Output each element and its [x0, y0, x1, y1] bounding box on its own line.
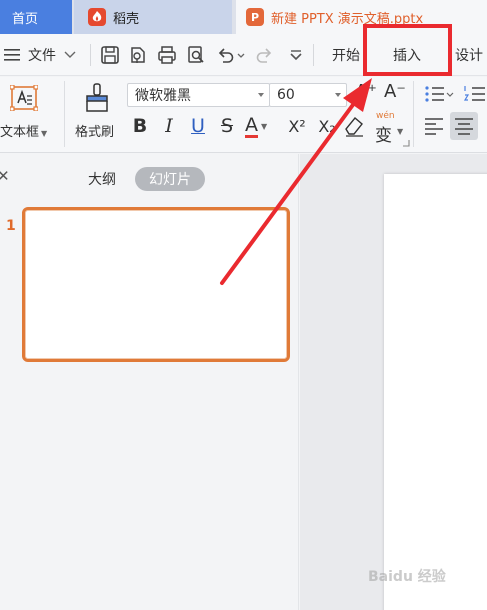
align-left-icon[interactable]: [424, 117, 444, 135]
strikethrough-button[interactable]: S: [215, 113, 239, 139]
divider: [64, 81, 65, 147]
font-color-icon: A: [245, 113, 258, 138]
file-menu[interactable]: 文件: [4, 34, 76, 76]
slides-panel: ✕ 大纲 幻灯片 1: [0, 154, 299, 610]
increase-font-icon: A⁺: [355, 81, 377, 102]
print-icon[interactable]: [157, 45, 177, 65]
undo-dropdown-icon[interactable]: [236, 45, 246, 65]
font-name-select[interactable]: 微软雅黑: [127, 83, 270, 107]
highlight-box: [363, 24, 452, 76]
clear-format-icon[interactable]: [343, 114, 365, 138]
tab-design[interactable]: 设计: [455, 34, 483, 76]
bold-button[interactable]: B: [128, 113, 152, 139]
slide-page[interactable]: [384, 174, 487, 610]
superscript-icon: X²: [288, 116, 306, 136]
format-painter-label: 格式刷: [75, 125, 115, 140]
print-preview-icon[interactable]: [186, 45, 206, 65]
bullet-list-icon[interactable]: [424, 85, 454, 103]
font-dialog-launcher-icon[interactable]: [402, 139, 410, 147]
ppt-file-icon: P: [246, 8, 264, 26]
font-size-select[interactable]: 60: [269, 83, 347, 107]
slide-thumbnail[interactable]: [22, 207, 290, 362]
italic-button[interactable]: I: [157, 113, 181, 139]
decrease-font-icon: A⁻: [384, 81, 406, 102]
increase-font-button[interactable]: A⁺: [355, 81, 377, 107]
subscript-button[interactable]: X₂: [313, 113, 341, 139]
chevron-down-icon: ▼: [261, 121, 268, 131]
align-center-icon: [455, 118, 473, 135]
align-center-button[interactable]: [450, 112, 478, 140]
font-color-button[interactable]: A ▼: [245, 113, 277, 139]
slide-number: 1: [6, 218, 16, 234]
redo-icon[interactable]: [254, 45, 274, 65]
chevron-down-icon: [258, 93, 264, 97]
chevron-down-icon: [64, 51, 76, 58]
format-painter-button[interactable]: 格式刷: [72, 81, 124, 147]
chevron-down-icon: [335, 93, 341, 97]
textbox-dropdown-icon: ▼: [41, 129, 48, 138]
daoke-logo-icon: [88, 8, 106, 26]
file-menu-label: 文件: [28, 48, 56, 64]
tab-home-label: 首页: [12, 11, 39, 27]
save-icon[interactable]: [100, 45, 120, 65]
tab-daoke[interactable]: 稻壳: [74, 0, 232, 34]
hamburger-icon: [4, 49, 20, 61]
output-pdf-icon[interactable]: [128, 45, 148, 65]
divider: [90, 44, 91, 66]
chevron-down-icon: ▼: [397, 127, 404, 136]
tab-daoke-label: 稻壳: [113, 11, 140, 27]
tab-design-label: 设计: [455, 48, 483, 64]
underline-button[interactable]: U: [186, 113, 210, 139]
watermark: Baidu 经验: [368, 569, 446, 585]
undo-icon[interactable]: [216, 45, 236, 65]
tab-start[interactable]: 开始: [332, 34, 360, 76]
ribbon-toolbar: 文本框 ▼ 格式刷 微软雅黑 60 A⁺ A⁻ B I U S A ▼ X² X…: [0, 77, 487, 153]
decrease-font-button[interactable]: A⁻: [384, 81, 406, 107]
tab-slides-label: 幻灯片: [149, 172, 191, 188]
underline-icon: U: [191, 115, 205, 137]
strikethrough-icon: S: [220, 115, 234, 137]
close-icon[interactable]: ✕: [0, 167, 10, 185]
customize-quick-access-icon[interactable]: [286, 45, 306, 65]
bold-icon: B: [132, 115, 148, 137]
numbered-list-icon[interactable]: [463, 85, 487, 103]
tab-home[interactable]: 首页: [0, 0, 72, 34]
textbox-label: 文本框: [0, 125, 40, 140]
font-size-value: 60: [277, 87, 295, 103]
superscript-button[interactable]: X²: [283, 113, 311, 139]
textbox-button[interactable]: 文本框 ▼: [0, 83, 56, 147]
divider: [313, 44, 314, 66]
pinyin-label: wén: [376, 111, 395, 121]
tab-outline[interactable]: 大纲: [88, 169, 116, 189]
brush-icon: [86, 83, 108, 112]
tab-slides[interactable]: 幻灯片: [135, 167, 205, 191]
pinyin-char-icon: 变: [375, 126, 392, 146]
subscript-icon: X₂: [318, 116, 336, 136]
divider: [413, 81, 414, 147]
italic-icon: I: [165, 115, 173, 137]
editing-canvas: [300, 154, 487, 610]
textbox-icon: [10, 85, 38, 111]
tab-start-label: 开始: [332, 48, 360, 64]
font-name-value: 微软雅黑: [135, 88, 191, 104]
